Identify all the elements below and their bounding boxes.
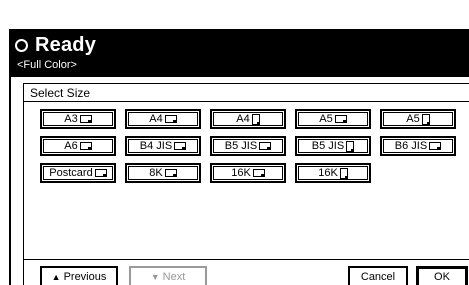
landscape-paper-icon xyxy=(429,142,442,150)
cancel-button[interactable]: Cancel xyxy=(348,266,408,285)
ok-button[interactable]: OK xyxy=(416,266,468,285)
size-button-b5jis-landscape[interactable]: B5 JIS xyxy=(210,136,286,156)
up-arrow-icon: ▲ xyxy=(51,272,61,282)
size-button-a4-portrait[interactable]: A4 xyxy=(210,109,286,129)
size-button-a3-landscape[interactable]: A3 xyxy=(40,109,116,129)
top-margin xyxy=(0,0,469,29)
color-mode-label: <Full Color> xyxy=(17,59,77,71)
panel-title: Select Size xyxy=(30,86,91,100)
portrait-paper-icon xyxy=(339,167,348,179)
select-size-panel: Select Size A3 A4 A4 A5 A5 A6 B4 JIS B5 … xyxy=(11,77,469,285)
previous-button[interactable]: ▲ Previous xyxy=(40,266,118,285)
status-header: Ready <Full Color> xyxy=(11,31,469,77)
landscape-paper-icon xyxy=(334,115,347,123)
landscape-paper-icon xyxy=(259,142,272,150)
size-button-16k-landscape[interactable]: 16K xyxy=(210,163,286,183)
landscape-paper-icon xyxy=(79,115,92,123)
status-title: Ready xyxy=(35,33,97,56)
landscape-paper-icon xyxy=(252,169,265,177)
size-button-b6jis-landscape[interactable]: B6 JIS xyxy=(380,136,456,156)
size-button-a5-landscape[interactable]: A5 xyxy=(295,109,371,129)
size-button-b4jis-landscape[interactable]: B4 JIS xyxy=(125,136,201,156)
landscape-paper-icon xyxy=(94,169,107,177)
size-button-8k-landscape[interactable]: 8K xyxy=(125,163,201,183)
landscape-paper-icon xyxy=(164,169,177,177)
landscape-paper-icon xyxy=(174,142,187,150)
landscape-paper-icon xyxy=(164,115,177,123)
size-button-16k-portrait[interactable]: 16K xyxy=(295,163,371,183)
ready-ring-icon xyxy=(15,38,28,52)
panel-frame: Select Size A3 A4 A4 A5 A5 A6 B4 JIS B5 … xyxy=(23,83,469,285)
down-arrow-icon: ▼ xyxy=(150,272,160,282)
next-button[interactable]: ▼ Next xyxy=(129,266,207,285)
portrait-paper-icon xyxy=(421,113,430,125)
size-button-a5-portrait[interactable]: A5 xyxy=(380,109,456,129)
status-row: Ready xyxy=(15,31,96,59)
size-button-postcard-landscape[interactable]: Postcard xyxy=(40,163,116,183)
title-divider xyxy=(24,101,469,102)
size-button-b5jis-portrait[interactable]: B5 JIS xyxy=(295,136,371,156)
size-button-a4-landscape[interactable]: A4 xyxy=(125,109,201,129)
size-button-a6-landscape[interactable]: A6 xyxy=(40,136,116,156)
bottom-divider xyxy=(24,259,469,260)
portrait-paper-icon xyxy=(346,140,355,152)
landscape-paper-icon xyxy=(79,142,92,150)
copier-screen: Ready <Full Color> Select Size A3 A4 A4 … xyxy=(9,29,469,285)
portrait-paper-icon xyxy=(251,113,260,125)
